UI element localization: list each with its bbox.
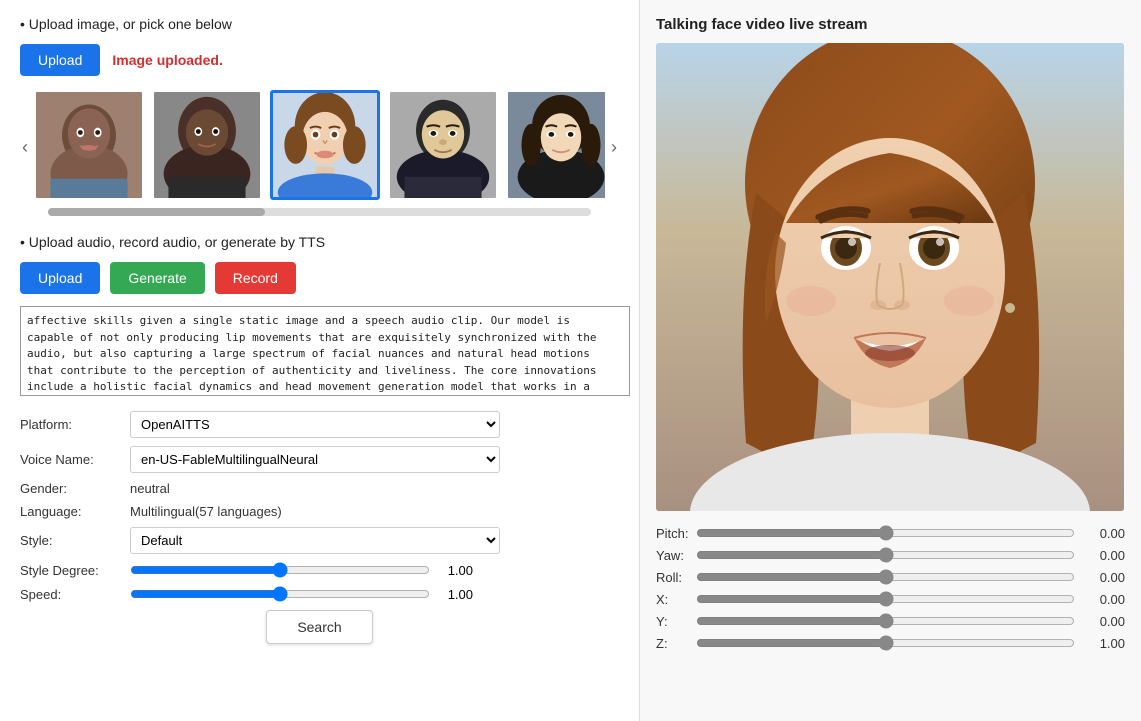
z-label: Z: — [656, 636, 696, 651]
face-gallery-wrapper: ‹ — [20, 90, 619, 204]
controls-grid: Pitch: 0.00 Yaw: 0.00 Roll: 0.00 X: 0.00… — [656, 525, 1125, 651]
y-slider[interactable] — [696, 613, 1075, 629]
yaw-value: 0.00 — [1075, 548, 1125, 563]
gender-label: Gender: — [20, 481, 130, 496]
image-upload-button[interactable]: Upload — [20, 44, 100, 76]
face-thumb-2[interactable] — [152, 90, 262, 200]
x-label: X: — [656, 592, 696, 607]
language-label: Language: — [20, 504, 130, 519]
audio-buttons: Upload Generate Record — [20, 262, 619, 294]
tts-form: Platform: OpenAITTS Azure TTS Voice Name… — [20, 411, 619, 602]
image-upload-row: Upload Image uploaded. — [20, 44, 619, 76]
gallery-scrollbar — [20, 208, 619, 216]
platform-select[interactable]: OpenAITTS Azure TTS — [130, 411, 500, 438]
style-degree-value: 1.00 — [438, 563, 473, 578]
style-degree-slider[interactable] — [130, 562, 430, 578]
roll-value: 0.00 — [1075, 570, 1125, 585]
z-value: 1.00 — [1075, 636, 1125, 651]
audio-generate-button[interactable]: Generate — [110, 262, 204, 294]
audio-section: Upload audio, record audio, or generate … — [20, 234, 619, 399]
voice-name-label: Voice Name: — [20, 452, 130, 467]
face-thumb-5[interactable] — [506, 90, 605, 200]
right-panel: Talking face video live stream — [640, 0, 1141, 721]
face-thumb-3[interactable] — [270, 90, 380, 200]
upload-status: Image uploaded. — [112, 52, 222, 68]
style-label: Style: — [20, 533, 130, 548]
face-thumb-1[interactable] — [34, 90, 144, 200]
search-btn-area: Search — [20, 610, 619, 644]
image-section-title: Upload image, or pick one below — [20, 16, 619, 32]
speed-label: Speed: — [20, 587, 130, 602]
pitch-value: 0.00 — [1075, 526, 1125, 541]
speed-slider[interactable] — [130, 586, 430, 602]
speed-row: 1.00 — [130, 586, 619, 602]
gallery-prev-button[interactable]: ‹ — [20, 137, 30, 158]
voice-name-select[interactable]: en-US-FableMultilingualNeural en-US-Aria… — [130, 446, 500, 473]
x-slider[interactable] — [696, 591, 1075, 607]
audio-record-button[interactable]: Record — [215, 262, 296, 294]
y-label: Y: — [656, 614, 696, 629]
y-value: 0.00 — [1075, 614, 1125, 629]
platform-label: Platform: — [20, 417, 130, 432]
right-panel-title: Talking face video live stream — [656, 16, 1125, 33]
search-button[interactable]: Search — [266, 610, 372, 644]
video-preview — [656, 43, 1124, 511]
tts-textarea[interactable]: affective skills given a single static i… — [20, 306, 630, 396]
yaw-label: Yaw: — [656, 548, 696, 563]
yaw-slider[interactable] — [696, 547, 1075, 563]
language-value: Multilingual(57 languages) — [130, 504, 619, 519]
z-slider[interactable] — [696, 635, 1075, 651]
gallery-scroll-thumb — [48, 208, 265, 216]
style-select[interactable]: Default Cheerful — [130, 527, 500, 554]
gender-value: neutral — [130, 481, 619, 496]
pitch-label: Pitch: — [656, 526, 696, 541]
audio-upload-button[interactable]: Upload — [20, 262, 100, 294]
face-gallery — [34, 90, 605, 200]
gallery-next-button[interactable]: › — [609, 137, 619, 158]
pitch-slider[interactable] — [696, 525, 1075, 541]
gallery-scroll-track[interactable] — [48, 208, 591, 216]
audio-section-title: Upload audio, record audio, or generate … — [20, 234, 619, 250]
roll-slider[interactable] — [696, 569, 1075, 585]
style-degree-label: Style Degree: — [20, 563, 130, 578]
style-degree-row: 1.00 — [130, 562, 619, 578]
x-value: 0.00 — [1075, 592, 1125, 607]
roll-label: Roll: — [656, 570, 696, 585]
left-panel: Upload image, or pick one below Upload I… — [0, 0, 640, 721]
face-thumb-4[interactable] — [388, 90, 498, 200]
speed-value: 1.00 — [438, 587, 473, 602]
